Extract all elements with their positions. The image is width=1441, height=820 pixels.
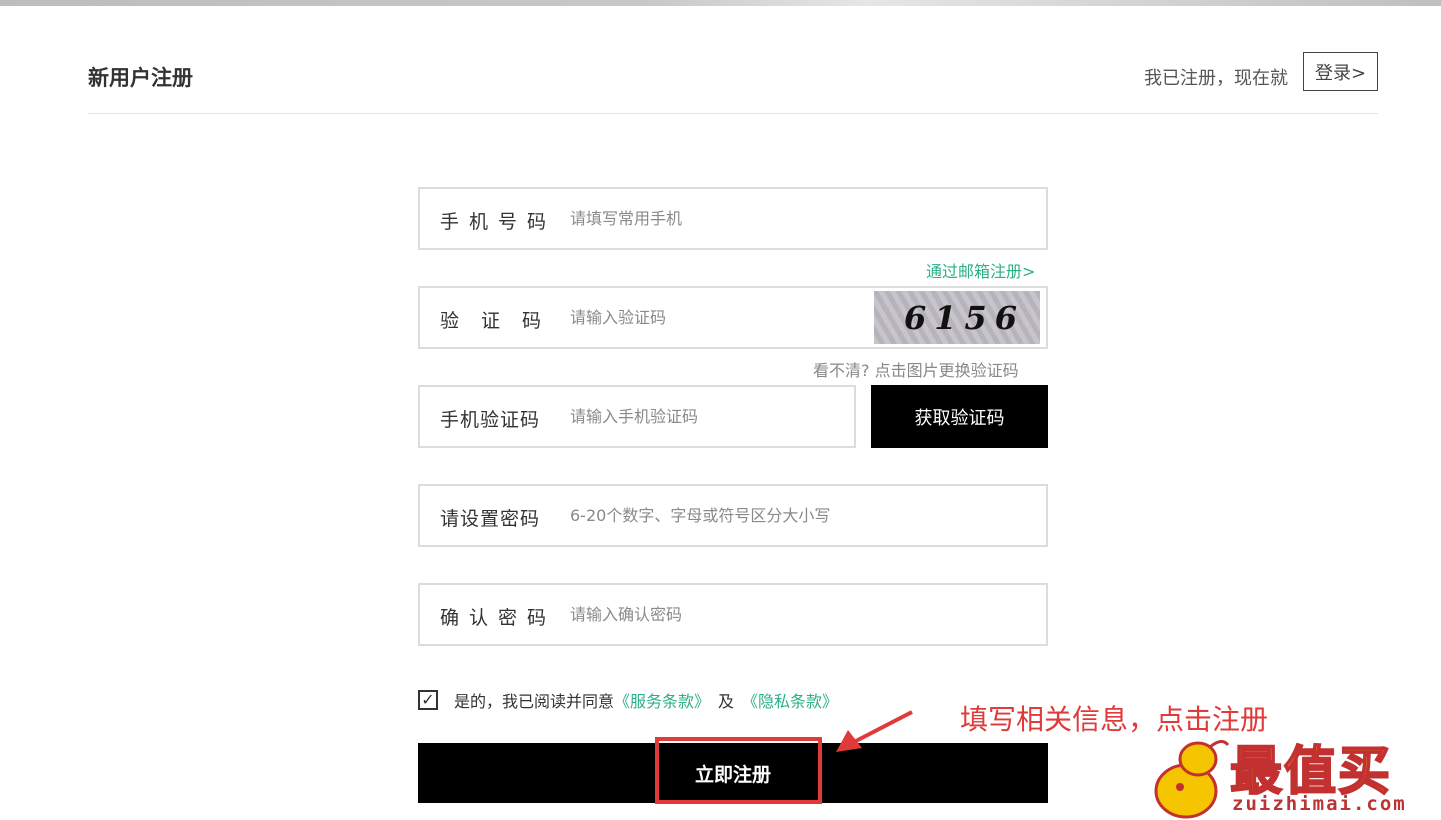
password-input[interactable] xyxy=(570,486,1010,545)
register-by-email-link[interactable]: 通过邮箱注册> xyxy=(926,258,1035,282)
annotation-arrow-icon xyxy=(836,710,913,752)
phone-input[interactable] xyxy=(570,189,860,248)
page-header: 新用户注册 我已注册，现在就 登录> xyxy=(88,50,1378,114)
agreement-row: ✓ 是的，我已阅读并同意 《服务条款》 及 《隐私条款》 xyxy=(418,688,838,712)
agree-and-text: 及 xyxy=(718,692,735,711)
watermark-logo: 最值买 zuizhimai.com xyxy=(1150,735,1440,820)
captcha-image-text: 6156 xyxy=(904,299,1026,337)
confirm-password-input[interactable] xyxy=(570,585,860,644)
sms-code-input[interactable] xyxy=(570,387,840,446)
checkmark-icon: ✓ xyxy=(421,690,435,709)
login-button[interactable]: 登录> xyxy=(1303,52,1378,91)
captcha-refresh-hint[interactable]: 看不清? 点击图片更换验证码 xyxy=(813,357,1019,381)
phone-label: 手机号码 xyxy=(440,211,557,233)
sms-code-field: 手机验证码 xyxy=(418,385,856,448)
page-title: 新用户注册 xyxy=(88,66,193,90)
captcha-input[interactable] xyxy=(570,288,860,347)
password-label: 请设置密码 xyxy=(440,508,541,530)
password-field: 请设置密码 xyxy=(418,484,1048,547)
sms-code-label: 手机验证码 xyxy=(440,409,541,431)
agree-checkbox[interactable]: ✓ xyxy=(418,690,438,710)
captcha-field: 验证码 6156 xyxy=(418,286,1048,349)
gourd-mascot-icon xyxy=(1154,740,1230,819)
get-sms-code-button[interactable]: 获取验证码 xyxy=(871,385,1048,448)
phone-field: 手机号码 xyxy=(418,187,1048,250)
agree-text: 是的，我已阅读并同意 xyxy=(454,692,615,711)
register-button[interactable]: 立即注册 xyxy=(418,743,1048,803)
captcha-label: 验证码 xyxy=(440,310,564,332)
confirm-password-label: 确认密码 xyxy=(440,607,557,629)
annotation-text: 填写相关信息，点击注册 xyxy=(960,703,1269,736)
confirm-password-field: 确认密码 xyxy=(418,583,1048,646)
privacy-terms-link[interactable]: 《隐私条款》 xyxy=(742,688,838,712)
login-prompt-text: 我已注册，现在就 xyxy=(1144,68,1288,89)
watermark-domain: zuizhimai.com xyxy=(1232,793,1407,815)
captcha-image[interactable]: 6156 xyxy=(874,291,1040,344)
service-terms-link[interactable]: 《服务条款》 xyxy=(614,688,710,712)
top-banner-strip xyxy=(0,0,1441,6)
